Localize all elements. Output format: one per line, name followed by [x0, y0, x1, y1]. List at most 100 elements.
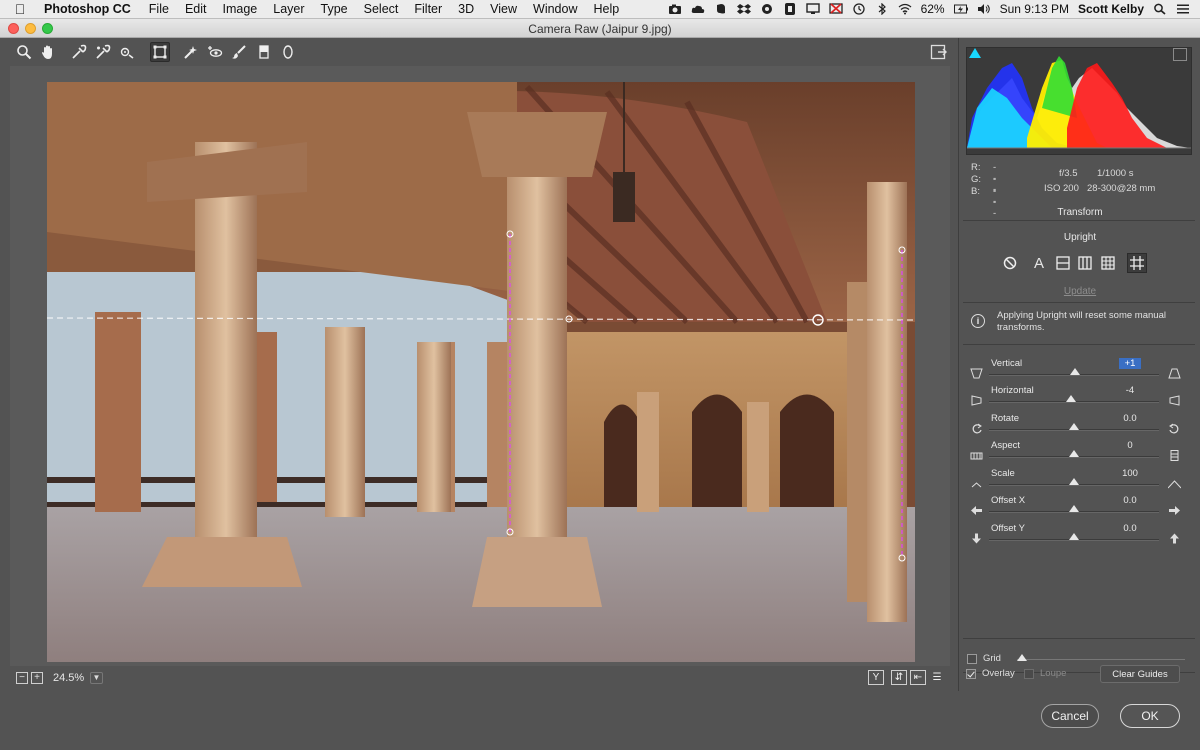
apple-menu-icon[interactable]: : [0, 1, 40, 17]
transform-tool-icon[interactable]: [150, 42, 170, 62]
scale-increase-icon: [1167, 477, 1181, 489]
menu-view[interactable]: View: [482, 2, 525, 16]
histogram-graph: [967, 56, 1191, 149]
camera-raw-window: Camera Raw (Jaipur 9.jpg) − + 24.5% ▼ Y …: [0, 19, 1200, 750]
loupe-checkbox[interactable]: [1024, 669, 1034, 679]
before-after-toggle-icon[interactable]: Y: [868, 670, 884, 685]
menu-window[interactable]: Window: [525, 2, 585, 16]
zoom-out-button[interactable]: −: [16, 672, 28, 684]
grid-size-slider-track[interactable]: [1017, 659, 1185, 660]
scale-value[interactable]: 100: [1119, 468, 1141, 479]
offset-up-icon: [1167, 532, 1181, 544]
highlight-clipping-warning-icon[interactable]: [1173, 48, 1187, 61]
offset-down-icon: [969, 532, 983, 544]
offset-x-slider-thumb[interactable]: [1069, 505, 1079, 512]
ok-button[interactable]: OK: [1120, 704, 1180, 728]
horizontal-decrease-icon: [969, 394, 983, 406]
copy-settings-icon[interactable]: ⇤: [910, 670, 926, 685]
zoom-level-dropdown[interactable]: ▼: [90, 672, 103, 684]
preview-preferences-icon[interactable]: ☰: [929, 670, 945, 685]
offset-y-slider-thumb[interactable]: [1069, 533, 1079, 540]
vertical-value[interactable]: +1: [1119, 358, 1141, 369]
aspect-slider-thumb[interactable]: [1069, 450, 1079, 457]
overlay-checkbox[interactable]: [966, 669, 976, 679]
rotate-value[interactable]: 0.0: [1119, 413, 1141, 424]
graduated-filter-icon[interactable]: [254, 42, 274, 62]
hand-tool-icon[interactable]: [38, 42, 58, 62]
menu-file[interactable]: File: [141, 2, 177, 16]
rotate-slider-thumb[interactable]: [1069, 423, 1079, 430]
offset-right-icon: [1167, 504, 1181, 516]
upright-guided-icon[interactable]: [1127, 253, 1147, 273]
scale-slider-thumb[interactable]: [1069, 478, 1079, 485]
offset-left-icon: [969, 504, 983, 516]
display-icon[interactable]: [805, 3, 820, 15]
image-preview[interactable]: [10, 66, 950, 666]
cancel-button[interactable]: Cancel: [1041, 704, 1099, 728]
menu-help[interactable]: Help: [586, 2, 628, 16]
camera-readout: R: --- G: --- B: --- f/3.5 1/1000 s ISO 200…: [971, 162, 1191, 219]
adjustment-brush-icon[interactable]: [229, 42, 249, 62]
clear-guides-button[interactable]: Clear Guides: [1100, 665, 1180, 683]
grid-checkbox[interactable]: [967, 654, 977, 664]
aspect-value[interactable]: 0: [1119, 440, 1141, 451]
notification-center-icon[interactable]: [1176, 3, 1190, 15]
time-machine-icon[interactable]: [852, 3, 866, 15]
mirroring-off-icon[interactable]: [828, 3, 843, 15]
upright-level-icon[interactable]: [1053, 253, 1073, 273]
menubar-user[interactable]: Scott Kelby: [1078, 2, 1144, 16]
color-sampler-tool-icon[interactable]: [93, 42, 113, 62]
upright-full-icon[interactable]: [1098, 253, 1118, 273]
red-eye-tool-icon[interactable]: [205, 42, 225, 62]
dot-icon[interactable]: [760, 3, 774, 15]
aspect-increase-icon: [1167, 449, 1181, 461]
info-icon: i: [971, 314, 985, 328]
spot-removal-tool-icon[interactable]: [181, 42, 201, 62]
offset-x-value[interactable]: 0.0: [1119, 495, 1141, 506]
spotlight-search-icon[interactable]: [1153, 3, 1167, 15]
vertical-decrease-icon: [969, 367, 983, 379]
tool-bar: [0, 38, 958, 66]
dropbox-icon[interactable]: [736, 3, 751, 15]
upright-off-icon[interactable]: [1000, 253, 1020, 273]
cloud-icon[interactable]: [691, 3, 705, 15]
vertical-slider-thumb[interactable]: [1069, 368, 1080, 375]
radial-filter-icon[interactable]: [278, 42, 298, 62]
menu-filter[interactable]: Filter: [406, 2, 450, 16]
menu-image[interactable]: Image: [215, 2, 266, 16]
upright-info-text: Applying Upright will reset some manual …: [997, 310, 1166, 333]
shadow-clipping-warning-icon[interactable]: [969, 48, 981, 58]
targeted-adjustment-tool-icon[interactable]: [117, 42, 137, 62]
menu-layer[interactable]: Layer: [265, 2, 312, 16]
readout-g-label: G:: [971, 174, 982, 185]
fullscreen-toggle-icon[interactable]: [930, 43, 948, 61]
update-link[interactable]: Update: [959, 286, 1200, 297]
bluetooth-icon[interactable]: [875, 3, 889, 15]
menu-edit[interactable]: Edit: [177, 2, 215, 16]
camera-icon[interactable]: [668, 3, 682, 15]
volume-icon[interactable]: [977, 3, 991, 15]
horizontal-slider-thumb[interactable]: [1065, 395, 1076, 402]
menu-type[interactable]: Type: [313, 2, 356, 16]
evernote-icon[interactable]: [714, 3, 728, 15]
preview-photo[interactable]: [47, 82, 915, 662]
grid-size-slider-thumb[interactable]: [1017, 654, 1027, 661]
overlay-label: Overlay: [982, 668, 1015, 679]
app-tray-icon[interactable]: [783, 3, 797, 15]
offset-y-value[interactable]: 0.0: [1119, 523, 1141, 534]
upright-vertical-icon[interactable]: [1075, 253, 1095, 273]
white-balance-tool-icon[interactable]: [69, 42, 89, 62]
menubar-clock[interactable]: Sun 9:13 PM: [1000, 2, 1069, 16]
zoom-in-button[interactable]: +: [31, 672, 43, 684]
aspect-label: Aspect: [991, 440, 1021, 451]
exif-shutter: 1/1000 s: [1097, 168, 1134, 179]
upright-auto-icon[interactable]: A: [1029, 253, 1049, 273]
menu-3d[interactable]: 3D: [450, 2, 482, 16]
wifi-icon[interactable]: [898, 3, 912, 15]
menu-select[interactable]: Select: [356, 2, 407, 16]
menu-app-name[interactable]: Photoshop CC: [40, 2, 141, 16]
horizontal-value[interactable]: -4: [1119, 385, 1141, 396]
swap-before-after-icon[interactable]: ⇵: [891, 670, 907, 685]
battery-icon[interactable]: [953, 3, 968, 15]
zoom-tool-icon[interactable]: [14, 42, 34, 62]
